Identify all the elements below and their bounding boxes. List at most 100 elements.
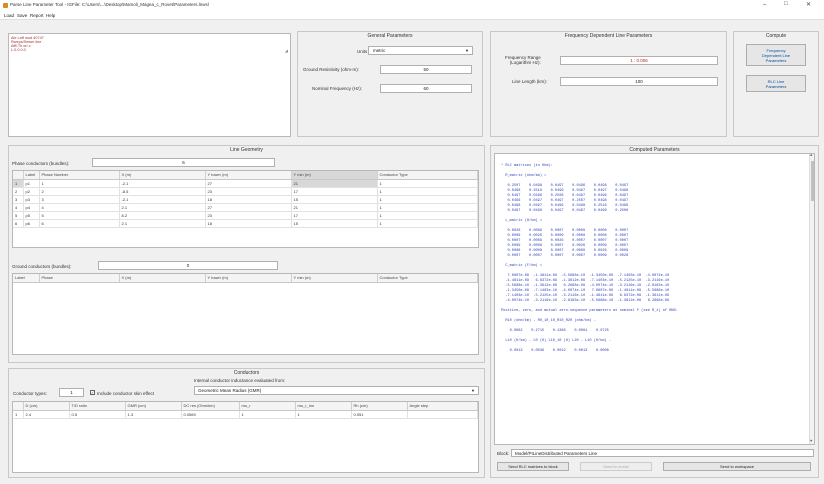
cell-label[interactable]: p3 (23, 195, 40, 204)
ground-conductors-input[interactable]: 0 (98, 261, 278, 270)
cell-mu-r[interactable]: 1 (239, 410, 296, 419)
cell-y-min[interactable]: 15 (291, 195, 378, 204)
phase-conductors-input[interactable]: 6 (92, 158, 275, 167)
send-to-workspace-button[interactable]: Send to workspace (663, 462, 811, 471)
compute-rlc-button[interactable]: RLC Line Parameters (746, 75, 806, 92)
internal-inductance-select[interactable]: Geometric Mean Radius (GMR) ▼ (194, 386, 479, 395)
units-select[interactable]: metric ▼ (368, 46, 473, 55)
cell-y-tower[interactable]: 27 (205, 179, 292, 188)
table-row[interactable]: 4 p4 4 2.1 27 21 1 (13, 203, 478, 212)
cell-y-min[interactable]: 15 (291, 219, 378, 228)
table-row[interactable]: 1 2.4 0.5 1.3 0.0569 1 1 0.051 (13, 410, 478, 419)
column-header-phase-number: Phase Number (39, 171, 120, 180)
column-header-rh: Rh (cm) (351, 402, 408, 411)
send-to-workspace-label: Send to workspace (719, 464, 755, 469)
table-row[interactable]: 3 p3 3 -2.1 18 15 1 (13, 195, 478, 204)
column-header-y-tower: Y tower (m) (205, 171, 292, 180)
nominal-frequency-input[interactable]: 60 (380, 84, 472, 93)
send-to-model-button[interactable]: Send to model (580, 462, 652, 471)
ground-resistivity-input[interactable]: 50 (380, 65, 472, 74)
cell-y-min[interactable]: 21 (291, 179, 378, 188)
cell-y-tower[interactable]: 23 (205, 187, 292, 196)
cell-x[interactable]: 2.1 (119, 219, 206, 228)
cell-label[interactable]: p6 (23, 219, 40, 228)
cell-x[interactable]: -2.1 (119, 195, 206, 204)
frequency-range-input[interactable]: 1 : 0.006 (560, 56, 718, 65)
column-header-index (13, 402, 24, 411)
menu-help[interactable]: Help (46, 13, 55, 18)
table-row[interactable]: 1 p1 1 -2.1 27 21 1 (13, 179, 478, 188)
cell-y-tower[interactable]: 18 (205, 195, 292, 204)
scrollbar[interactable]: ▲ ▼ (809, 154, 814, 444)
send-rlc-button[interactable]: Send RLC matrices to block (497, 462, 569, 471)
close-icon[interactable]: ✕ (806, 1, 811, 8)
cell-x[interactable]: -2.1 (119, 179, 206, 188)
table-row[interactable]: 2 p2 2 -8.5 23 17 1 (13, 187, 478, 196)
cell-dc-res[interactable]: 0.0569 (181, 410, 240, 419)
cell-phase-number[interactable]: 5 (39, 211, 120, 220)
cell-td-ratio[interactable]: 0.5 (69, 410, 126, 419)
cell-y-tower[interactable]: 23 (205, 211, 292, 220)
scrollbar-up-icon[interactable]: ▲ (810, 154, 812, 158)
cell-gmr[interactable]: 1.3 (125, 410, 182, 419)
compute-title: Compute (765, 33, 787, 39)
conductor-types-table[interactable]: D (cm) T/D ratio GMR (cm) DC res (Ohm/km… (12, 401, 479, 473)
cell-label[interactable]: p5 (23, 211, 40, 220)
column-header-conductor-type: Conductor Type (377, 274, 478, 283)
cell-phase-number[interactable]: 2 (39, 187, 120, 196)
cell-conductor-type[interactable]: 1 (377, 195, 478, 204)
cell-conductor-type[interactable]: 1 (377, 219, 478, 228)
cell-label[interactable]: p2 (23, 187, 40, 196)
menu-report[interactable]: Report (30, 13, 44, 18)
line-length-input[interactable]: 100 (560, 77, 718, 86)
conductor-types-input[interactable]: 1 (59, 388, 84, 397)
block-input[interactable]: Model/PILineDistributed Parameters Line (511, 449, 814, 457)
units-label: Units (357, 49, 368, 54)
cell-x[interactable]: 2.1 (119, 203, 206, 212)
cell-phase-number[interactable]: 6 (39, 219, 120, 228)
cell-d[interactable]: 2.4 (23, 410, 70, 419)
cell-conductor-type[interactable]: 1 (377, 187, 478, 196)
comment-textarea[interactable]: Ale Laff mod 40747 Rweps/Sewer line Afff… (8, 33, 291, 137)
cell-rh[interactable]: 0.051 (351, 410, 408, 419)
compute-frequency-dependent-button[interactable]: Frequency Dependent Line Parameters (746, 44, 806, 66)
cell-angle-step[interactable] (407, 410, 478, 419)
cell-conductor-type[interactable]: 1 (377, 179, 478, 188)
cell-phase-number[interactable]: 1 (39, 179, 120, 188)
cell-conductor-type[interactable]: 1 (377, 203, 478, 212)
cell-y-min[interactable]: 17 (291, 211, 378, 220)
cell-phase-number[interactable]: 4 (39, 203, 120, 212)
cell-x[interactable]: -8.5 (119, 187, 206, 196)
cell-label[interactable]: p4 (23, 203, 40, 212)
table-row[interactable]: 6 p6 6 2.1 18 15 1 (13, 219, 478, 228)
cell-mu-r-ins[interactable]: 1 (295, 410, 352, 419)
scrollbar-thumb[interactable] (810, 161, 814, 201)
ground-conductors-table[interactable]: Label Phase X (m) Y tower (m) Y min (m) … (12, 273, 479, 355)
internal-inductance-label: Internal conductor inductance evaluated … (194, 378, 286, 383)
ground-conductors-label: Ground conductors (bundles): (12, 264, 72, 269)
minimize-icon[interactable]: – (763, 2, 766, 8)
column-header-mu-r-ins: mu_r_ins (295, 402, 352, 411)
menu-load[interactable]: Load (4, 13, 14, 18)
scrollbar-down-icon[interactable]: ▼ (810, 440, 812, 444)
cell-conductor-type[interactable]: 1 (377, 211, 478, 220)
column-header-y-min: Y min (m) (291, 171, 378, 180)
table-row[interactable]: 5 p5 5 8.2 23 17 1 (13, 211, 478, 220)
phase-conductors-table[interactable]: Label Phase Number X (m) Y tower (m) Y m… (12, 170, 479, 248)
nominal-frequency-label: Nominal Frequency (Hz): (312, 86, 363, 91)
conductor-types-label: Conductor types: (13, 391, 48, 396)
skin-effect-checkbox[interactable]: ✓ (90, 390, 95, 395)
maximize-icon[interactable]: □ (784, 1, 788, 7)
computed-output-console[interactable]: ▲ ▼ * RLC matrices (in Ohm): R_matrix (o… (494, 153, 815, 445)
cell-y-min[interactable]: 17 (291, 187, 378, 196)
table-header-row: Label Phase Number X (m) Y tower (m) Y m… (13, 171, 478, 180)
cell-y-tower[interactable]: 27 (205, 203, 292, 212)
cell-label[interactable]: p1 (23, 179, 40, 188)
resize-grip-icon[interactable]: ◢ (285, 48, 288, 53)
cell-x[interactable]: 8.2 (119, 211, 206, 220)
cell-y-tower[interactable]: 18 (205, 219, 292, 228)
cell-phase-number[interactable]: 3 (39, 195, 120, 204)
send-rlc-label: Send RLC matrices to block (508, 464, 558, 469)
menu-save[interactable]: Save (17, 13, 27, 18)
cell-y-min[interactable]: 21 (291, 203, 378, 212)
